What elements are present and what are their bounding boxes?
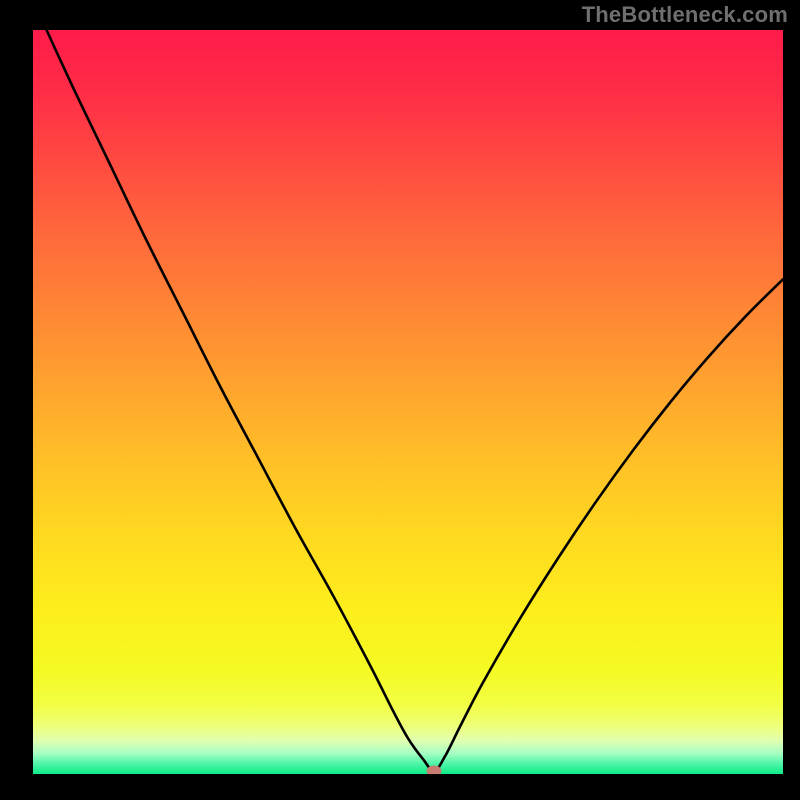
plot-area [33, 30, 783, 774]
watermark-label: TheBottleneck.com [582, 2, 788, 28]
optimal-point-marker [427, 766, 442, 774]
chart-container: TheBottleneck.com [0, 0, 800, 800]
bottleneck-curve [33, 30, 783, 774]
